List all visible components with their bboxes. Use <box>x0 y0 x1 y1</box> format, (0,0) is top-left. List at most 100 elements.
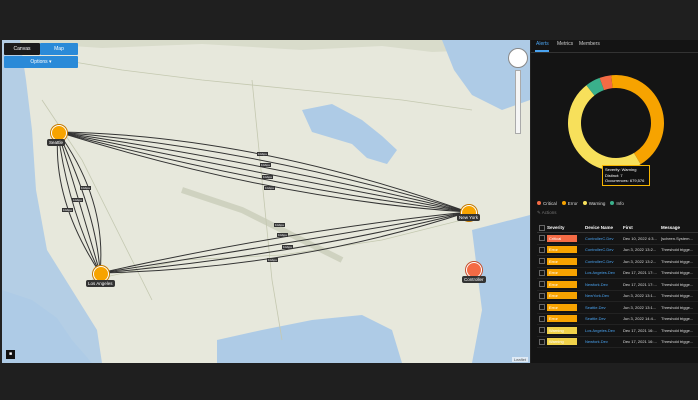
actions-button[interactable]: ✎ Actions <box>537 210 557 216</box>
table-row[interactable]: Error Seattle.Dev Jun 3, 2022 14:4... Thres… <box>537 314 698 325</box>
map-view[interactable]: 1Gbps 1Gbps 1Gbps 1Gbps 1Gbps 1Gbps 1Gbp… <box>2 40 530 363</box>
link-label: 1Gbps <box>267 258 278 262</box>
table-row[interactable]: Warning Newfork.Dev Dec 17, 2021 16:... Thr… <box>537 337 698 348</box>
map-view-button[interactable]: Map <box>40 43 78 55</box>
row-checkbox[interactable] <box>537 269 547 276</box>
cell-message: Threshold trigge... <box>661 258 694 264</box>
checkbox-box <box>539 235 545 242</box>
severity-badge: Error <box>547 280 577 288</box>
cell-message: Threshold trigge... <box>661 281 694 287</box>
alerts-table: Severity Device Name First Message Criti… <box>537 223 698 348</box>
cell-device-link[interactable]: Seattle.Dev <box>585 305 623 310</box>
severity-badge: Error <box>547 292 577 300</box>
pan-control-icon[interactable] <box>508 48 528 68</box>
node-label: Los Angeles <box>86 280 115 287</box>
cell-first: Dec 17, 2021 17:... <box>623 281 657 287</box>
donut-slice-warning[interactable] <box>568 85 641 172</box>
cell-device-link[interactable]: ControllerC.Dev <box>585 259 623 264</box>
checkbox-box <box>539 224 545 231</box>
cell-message: Threshold trigge... <box>661 327 694 333</box>
table-row[interactable]: Error ControllerC.Dev Jun 3, 2022 13:2... T… <box>537 256 698 268</box>
cell-message: Threshold trigge... <box>661 339 694 345</box>
row-checkbox[interactable] <box>537 281 547 288</box>
severity-badge: Warning <box>547 326 577 334</box>
row-checkbox[interactable] <box>537 258 547 265</box>
zoom-slider[interactable] <box>515 70 521 134</box>
link-label: 1Gbps <box>257 152 268 156</box>
column-header-message[interactable]: Message <box>661 225 698 230</box>
cell-first: Dec 10, 2022 4:3... <box>623 235 657 241</box>
checkbox-box <box>539 246 545 253</box>
options-dropdown[interactable]: Options ▾ <box>4 56 78 68</box>
top-bar <box>0 0 698 40</box>
link-label: 1Gbps <box>62 208 73 212</box>
checkbox-box <box>539 281 545 288</box>
checkbox-box <box>539 315 545 322</box>
row-checkbox[interactable] <box>537 235 547 242</box>
checkbox-box <box>539 304 545 311</box>
cell-severity: Warning <box>547 326 585 334</box>
legend-dot-icon <box>561 201 566 205</box>
severity-donut-chart[interactable] <box>566 73 666 173</box>
link-label: 1Gbps <box>277 233 288 237</box>
cell-message: Threshold trigge... <box>661 293 694 299</box>
row-checkbox[interactable] <box>537 327 547 334</box>
table-row[interactable]: Error Seattle.Dev Jun 3, 2022 13:1... Thres… <box>537 302 698 314</box>
column-header-first[interactable]: First <box>623 225 661 230</box>
cell-first: Jun 3, 2022 13:1... <box>623 293 657 299</box>
table-body: Critical ControllerC.Dev Dec 10, 2022 4:3.… <box>537 233 698 348</box>
table-header: Severity Device Name First Message <box>537 223 698 233</box>
donut-slice-error[interactable] <box>611 75 664 165</box>
table-row[interactable]: Error Newfork.Dev Dec 17, 2021 17:... Thres… <box>537 279 698 291</box>
cell-device-link[interactable]: Newfork.Dev <box>585 339 623 344</box>
cell-severity: Error <box>547 269 585 277</box>
map-attribution[interactable]: Leaflet <box>511 357 528 362</box>
cell-message: Threshold trigge... <box>661 247 694 253</box>
row-checkbox[interactable] <box>537 292 547 299</box>
cell-first: Dec 17, 2021 17:... <box>623 270 657 276</box>
legend-item-error[interactable]: Error <box>561 199 578 207</box>
checkbox-box <box>539 292 545 299</box>
cell-first: Dec 17, 2021 16:... <box>623 327 657 333</box>
column-header-severity[interactable]: Severity <box>547 225 585 230</box>
chart-tooltip: Severity: Warning Distinct: 7 Occurrence… <box>602 165 650 186</box>
row-checkbox[interactable] <box>537 304 547 311</box>
canvas-view-button[interactable]: Canvas <box>4 43 40 55</box>
row-checkbox[interactable] <box>537 315 547 322</box>
checkbox-box <box>539 269 545 276</box>
severity-badge: Error <box>547 315 577 323</box>
table-row[interactable]: Error ControllerC.Dev Jun 3, 2022 13:2... T… <box>537 245 698 256</box>
active-tab-indicator <box>535 50 549 52</box>
cell-device-link[interactable]: ControllerC.Dev <box>585 236 623 241</box>
cell-device-link[interactable]: Newfork.Dev <box>585 282 623 287</box>
table-row[interactable]: Critical ControllerC.Dev Dec 10, 2022 4:3.… <box>537 233 698 245</box>
table-row[interactable]: Error Los Angeles.Dev Dec 17, 2021 17:... T… <box>537 268 698 279</box>
node-label: Controller <box>462 276 486 283</box>
column-header-device[interactable]: Device Name <box>585 225 623 230</box>
cell-message: Threshold trigge... <box>661 304 694 310</box>
cell-severity: Error <box>547 303 585 311</box>
cell-device-link[interactable]: ControllerC.Dev <box>585 247 623 252</box>
tab-metrics[interactable]: Metrics <box>557 41 573 47</box>
fullscreen-icon[interactable]: ■ <box>6 350 15 359</box>
row-checkbox[interactable] <box>537 246 547 253</box>
cell-device-link[interactable]: Seattle.Dev <box>585 316 623 321</box>
cell-message: Threshold trigge... <box>661 316 694 322</box>
legend-item-warning[interactable]: Warning <box>582 199 606 207</box>
tab-alerts[interactable]: Alerts <box>536 41 549 47</box>
cell-device-link[interactable]: Los Angeles.Dev <box>585 270 623 275</box>
table-row[interactable]: Error NewYork.Dev Jun 3, 2022 13:1... Thres… <box>537 291 698 302</box>
row-checkbox[interactable] <box>537 338 547 345</box>
legend-item-info[interactable]: Info <box>610 199 624 207</box>
severity-badge: Error <box>547 257 577 265</box>
legend-item-critical[interactable]: Critical <box>537 199 557 207</box>
legend-label: Error <box>567 200 578 206</box>
cell-device-link[interactable]: Los Angeles.Dev <box>585 328 623 333</box>
cell-device-link[interactable]: NewYork.Dev <box>585 293 623 298</box>
chart-legend: Critical Error Warning Info <box>537 199 629 207</box>
checkbox-box <box>539 258 545 265</box>
legend-label: Warning <box>588 200 606 206</box>
select-all-checkbox[interactable] <box>537 224 547 231</box>
tab-members[interactable]: Members <box>579 41 600 47</box>
table-row[interactable]: Warning Los Angeles.Dev Dec 17, 2021 16:..… <box>537 325 698 337</box>
